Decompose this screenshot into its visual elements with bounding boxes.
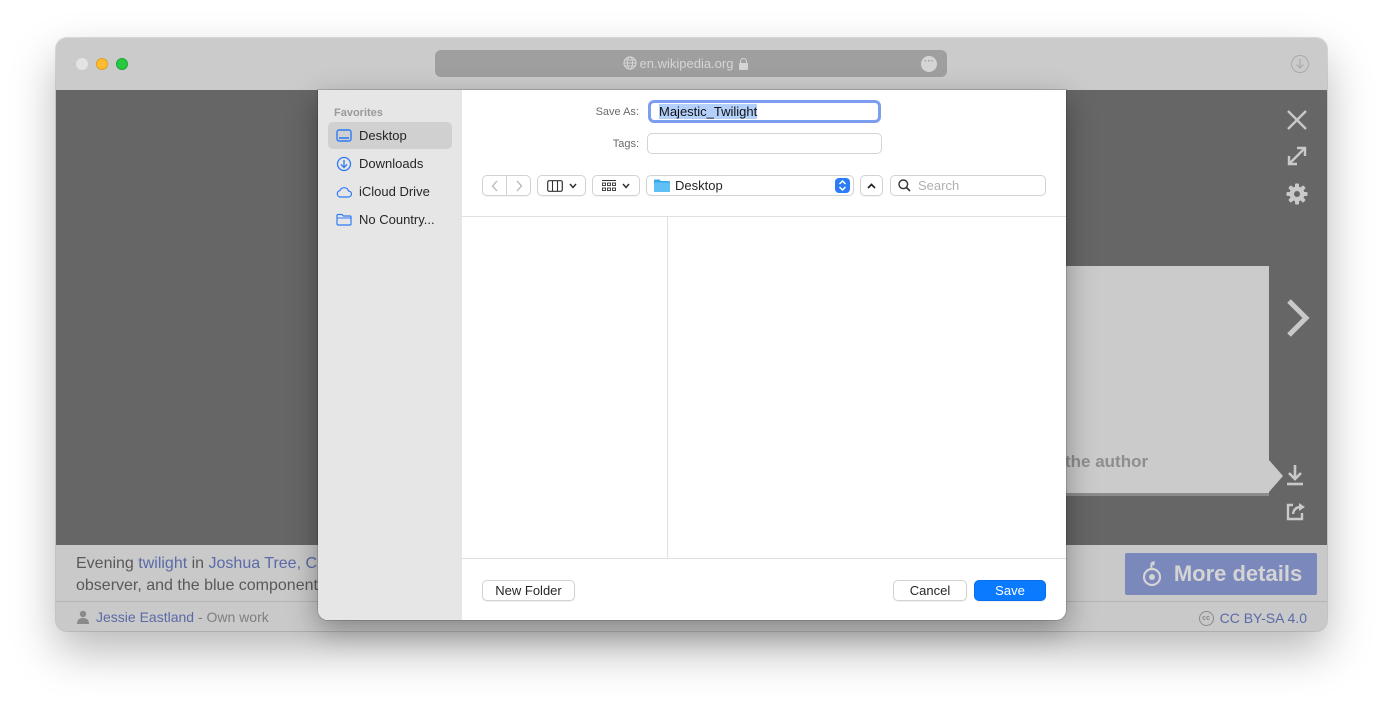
tags-label: Tags: — [612, 138, 639, 150]
sidebar-section-favorites: Favorites — [334, 107, 383, 119]
back-forward-buttons — [482, 175, 531, 196]
dialog-sidebar: Favorites Desktop Downloads iCloud Drive — [318, 90, 462, 620]
download-circle-icon[interactable] — [1291, 55, 1309, 73]
sidebar-item-icloud-drive[interactable]: iCloud Drive — [328, 178, 452, 205]
back-button[interactable] — [483, 176, 506, 195]
save-as-value: Majestic_Twilight — [659, 104, 758, 119]
minimize-window-button[interactable] — [96, 58, 108, 70]
settings-gear-icon[interactable] — [1285, 182, 1309, 206]
link-twilight[interactable]: twilight — [138, 555, 187, 572]
download-icon[interactable] — [1285, 463, 1305, 487]
folder-icon — [336, 213, 352, 226]
close-window-button[interactable] — [76, 58, 88, 70]
chevron-down-icon — [622, 183, 630, 189]
location-popup[interactable]: Desktop — [646, 175, 854, 196]
sidebar-item-label: iCloud Drive — [359, 184, 430, 199]
forward-button[interactable] — [506, 176, 530, 195]
save-as-label: Save As: — [595, 106, 639, 118]
desktop-folder-icon — [654, 179, 670, 192]
sidebar-item-no-country[interactable]: No Country... — [328, 206, 452, 233]
globe-icon — [623, 56, 637, 70]
chevron-right-icon — [516, 180, 523, 191]
ellipsis-icon[interactable]: ··· — [921, 56, 937, 72]
chevron-down-icon — [568, 183, 577, 189]
caption-text-segment: observer, and the blue component — [76, 577, 318, 594]
title-bar: en.wikipedia.org ··· — [56, 38, 1327, 90]
search-input[interactable]: Search — [890, 175, 1046, 196]
share-icon[interactable] — [1285, 500, 1307, 522]
downloads-icon — [336, 156, 352, 171]
tags-field[interactable] — [647, 133, 882, 154]
sidebar-item-downloads[interactable]: Downloads — [328, 150, 452, 177]
grid-icon — [602, 179, 616, 191]
save-dialog: Favorites Desktop Downloads iCloud Drive — [318, 90, 1066, 620]
attribution-text: the author — [1065, 452, 1149, 471]
caption-text-segment: in — [187, 555, 209, 572]
reuse-panel: the author — [1065, 266, 1283, 496]
more-details-button[interactable]: More details — [1125, 553, 1317, 595]
credit: Jessie Eastland - Own work — [76, 609, 269, 625]
address-bar[interactable]: en.wikipedia.org ··· — [435, 50, 947, 77]
cancel-button[interactable]: Cancel — [893, 580, 967, 601]
chevron-left-icon — [491, 180, 498, 191]
author-link[interactable]: Jessie Eastland — [96, 609, 194, 625]
link-joshua-tree[interactable]: Joshua Tree, C — [209, 555, 318, 572]
column-divider[interactable] — [667, 217, 668, 558]
license-label: CC BY-SA 4.0 — [1219, 610, 1307, 626]
location-label: Desktop — [675, 178, 723, 193]
wikimedia-commons-icon — [1142, 561, 1161, 587]
sidebar-item-desktop[interactable]: Desktop — [328, 122, 452, 149]
group-view-button[interactable] — [592, 175, 640, 196]
search-placeholder: Search — [918, 178, 960, 193]
caption-text-segment: Evening — [76, 555, 139, 572]
up-down-stepper-icon — [835, 178, 850, 193]
close-icon[interactable] — [1286, 109, 1308, 131]
save-button[interactable]: Save — [974, 580, 1046, 601]
next-chevron-icon[interactable] — [1284, 298, 1312, 338]
more-details-label: More details — [1173, 561, 1303, 586]
user-icon — [77, 610, 89, 624]
sidebar-item-label: Desktop — [359, 128, 407, 143]
credit-suffix: - Own work — [194, 609, 269, 625]
panel-pointer — [1269, 460, 1283, 492]
column-view-button[interactable] — [537, 175, 586, 196]
save-as-field[interactable]: Majestic_Twilight — [648, 100, 881, 123]
chevron-up-icon — [867, 182, 876, 189]
maximize-window-button[interactable] — [116, 58, 128, 70]
fullscreen-icon[interactable] — [1286, 145, 1308, 167]
icloud-icon — [336, 186, 352, 198]
url-text: en.wikipedia.org — [639, 56, 734, 71]
search-icon — [898, 179, 911, 192]
new-folder-button[interactable]: New Folder — [482, 580, 575, 601]
caption-text: Evening twilight in Joshua Tree, C obser… — [76, 553, 318, 597]
license-link[interactable]: cc CC BY-SA 4.0 — [1198, 610, 1307, 626]
lock-icon — [739, 57, 749, 70]
collapse-button[interactable] — [860, 175, 883, 196]
dialog-main: Save As: Majestic_Twilight Tags: Desktop… — [462, 90, 1066, 620]
file-browser — [462, 216, 1066, 559]
sidebar-item-label: Downloads — [359, 156, 424, 171]
desktop-icon — [336, 129, 352, 142]
sidebar-item-label: No Country... — [359, 212, 435, 227]
columns-view-icon — [546, 179, 563, 192]
creative-commons-icon: cc — [1198, 610, 1214, 626]
